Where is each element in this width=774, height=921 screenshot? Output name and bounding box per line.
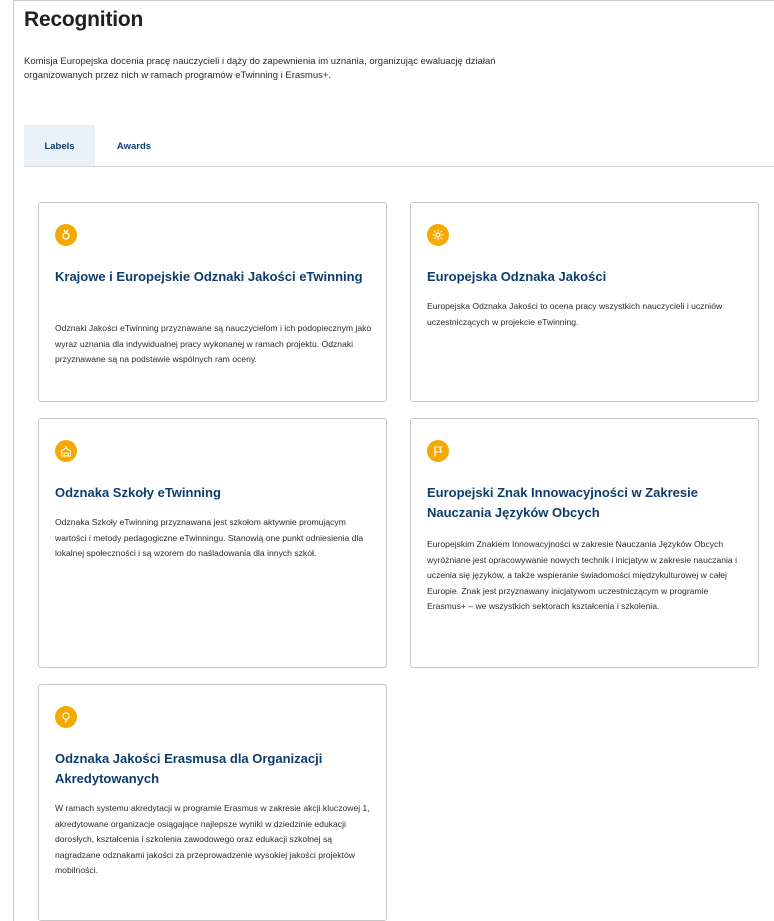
tab-awards[interactable]: Awards [95, 125, 173, 166]
card-title: Europejska Odznaka Jakości [427, 269, 607, 284]
flag-icon [427, 440, 449, 462]
card-title: Odznaka Szkoły eTwinning [55, 485, 221, 500]
page-title: Recognition [24, 8, 144, 31]
card-description: Odznaki Jakości eTwinning przyznawane są… [55, 323, 372, 364]
recognition-card[interactable]: Odznaka Jakości Erasmusa dla Organizacji… [38, 684, 387, 921]
recognition-card[interactable]: Krajowe i Europejskie Odznaki Jakości eT… [38, 202, 387, 402]
lightbulb-icon [55, 706, 77, 728]
tab-bar: Labels Awards [24, 125, 774, 167]
card-description: W ramach systemu akredytacji w programie… [55, 803, 370, 875]
card-description: Europejskim Znakiem Innowacyjności w zak… [427, 539, 737, 611]
tab-labels[interactable]: Labels [24, 125, 95, 166]
medal-icon [55, 224, 77, 246]
school-building-icon [55, 440, 77, 462]
page-intro: Komisja Europejska docenia pracę nauczyc… [24, 56, 496, 81]
card-description: Europejska Odznaka Jakości to ocena prac… [427, 301, 723, 327]
card-title: Krajowe i Europejskie Odznaki Jakości eT… [55, 269, 363, 284]
recognition-card[interactable]: Europejski Znak Innowacyjności w Zakresi… [410, 418, 759, 668]
card-description: Odznaka Szkoły eTwinning przyznawana jes… [55, 517, 364, 558]
card-title: Odznaka Jakości Erasmusa dla Organizacji… [55, 751, 323, 786]
card-title: Europejski Znak Innowacyjności w Zakresi… [427, 485, 698, 520]
recognition-card[interactable]: Europejska Odznaka Jakości Europejska Od… [410, 202, 759, 402]
star-burst-icon [427, 224, 449, 246]
recognition-card[interactable]: Odznaka Szkoły eTwinning Odznaka Szkoły … [38, 418, 387, 668]
